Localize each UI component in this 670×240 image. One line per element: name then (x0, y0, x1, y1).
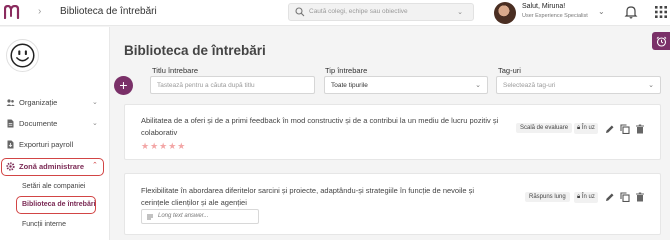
sidebar-item-label: Exporturi payroll (19, 140, 74, 149)
chevron-right-icon: › (38, 6, 42, 17)
sidebar-item-documente[interactable]: Documente ⌄ (0, 116, 110, 132)
trash-icon[interactable] (635, 192, 645, 202)
bell-icon[interactable] (624, 5, 638, 19)
sidebar-item-exporturi-payroll[interactable]: Exporturi payroll (0, 137, 110, 153)
tags-select-placeholder: Selectează tag-uri (503, 82, 556, 89)
question-type-badge: Răspuns lung (525, 192, 570, 202)
sidebar-item-organizatie[interactable]: Organizație ⌄ (0, 95, 110, 111)
edit-icon[interactable] (605, 192, 615, 202)
lock-icon: 🔒︎ (577, 194, 581, 200)
status-badge: 🔒︎ În uz (574, 123, 598, 134)
tags-select[interactable]: Selectează tag-uri ⌄ (496, 76, 661, 94)
chevron-down-icon[interactable]: ⌄ (598, 7, 605, 16)
status-label: În uz (581, 125, 595, 131)
type-select-value: Toate tipurile (331, 82, 368, 89)
title-search-placeholder: Tastează pentru a căuta după titlu (157, 82, 255, 89)
copy-icon[interactable] (620, 192, 630, 202)
question-type-badge: Scală de evaluare (516, 123, 573, 133)
title-search-input[interactable]: Tastează pentru a căuta după titlu (150, 76, 315, 94)
status-label: În uz (581, 194, 595, 200)
lines-icon (147, 214, 153, 220)
top-bar: › Biblioteca de întrebări Caută colegi, … (0, 0, 670, 26)
edit-icon[interactable] (605, 124, 615, 134)
company-logo (6, 39, 39, 72)
logo-icon[interactable] (4, 5, 22, 19)
sidebar-item-zona-administrare[interactable]: Zonă administrare ⌃ (1, 158, 104, 176)
search-input[interactable]: Caută colegi, echipe sau obiective (309, 8, 408, 15)
user-role: User Experience Specialist (522, 13, 588, 19)
user-greeting: Salut, Miruna! (522, 3, 566, 10)
chevron-down-icon: ⌄ (475, 82, 481, 89)
question-card[interactable]: Abilitatea de a oferi și de a primi feed… (124, 104, 661, 160)
add-question-button[interactable]: + (114, 76, 133, 95)
page-title: Biblioteca de întrebări (124, 43, 266, 58)
chevron-up-icon: ⌃ (92, 162, 98, 169)
sidebar-item-label: Zonă administrare (19, 162, 85, 171)
sidebar-item-label: Documente (19, 119, 58, 128)
question-card[interactable]: Flexibilitate în abordarea diferitelor s… (124, 173, 661, 235)
copy-icon[interactable] (620, 124, 630, 134)
lock-icon: 🔒︎ (577, 125, 581, 131)
sidebar-item-label: Organizație (19, 98, 58, 107)
global-search[interactable]: Caută colegi, echipe sau obiective ⌄ (288, 3, 474, 21)
gear-icon (6, 162, 15, 171)
apps-grid-icon[interactable] (655, 6, 667, 18)
tags-filter-label: Tag-uri (498, 66, 521, 75)
sidebar: Organizație ⌄ Documente ⌄ Exporturi payr… (0, 27, 110, 240)
avatar[interactable] (494, 2, 516, 24)
document-icon (7, 119, 14, 128)
sidebar-subitem-biblioteca[interactable]: Biblioteca de întrebări (16, 196, 96, 214)
rating-stars: ★★★★★ (141, 141, 187, 151)
sidebar-subitem-functii-interne[interactable]: Funcții interne (22, 221, 66, 228)
status-badge: 🔒︎ În uz (574, 192, 598, 203)
trash-icon[interactable] (635, 124, 645, 134)
search-icon (295, 7, 305, 17)
type-select[interactable]: Toate tipurile ⌄ (324, 76, 488, 94)
question-text: Flexibilitate în abordarea diferitelor s… (141, 186, 475, 207)
question-text: Abilitatea de a oferi și de a primi feed… (141, 116, 499, 137)
type-filter-label: Tip întrebare (325, 66, 368, 75)
people-icon (6, 99, 15, 106)
app-title: Biblioteca de întrebări (60, 6, 157, 17)
sidebar-subitem-label: Biblioteca de întrebări (22, 201, 96, 208)
chevron-down-icon: ⌄ (92, 120, 98, 127)
chevron-down-icon: ⌄ (648, 82, 654, 89)
chevron-down-icon: ⌄ (92, 99, 98, 106)
long-text-placeholder: Long text answer... (158, 213, 209, 219)
chevron-down-icon[interactable]: ⌄ (457, 8, 463, 16)
long-text-answer-field: Long text answer... (141, 209, 259, 224)
alarm-clock-icon (656, 36, 667, 47)
export-icon (7, 140, 14, 149)
sidebar-subitem-setari-companiei[interactable]: Setări ale companiei (22, 183, 85, 190)
timer-widget-button[interactable] (652, 32, 670, 50)
title-filter-label: Titlu întrebare (152, 66, 198, 75)
